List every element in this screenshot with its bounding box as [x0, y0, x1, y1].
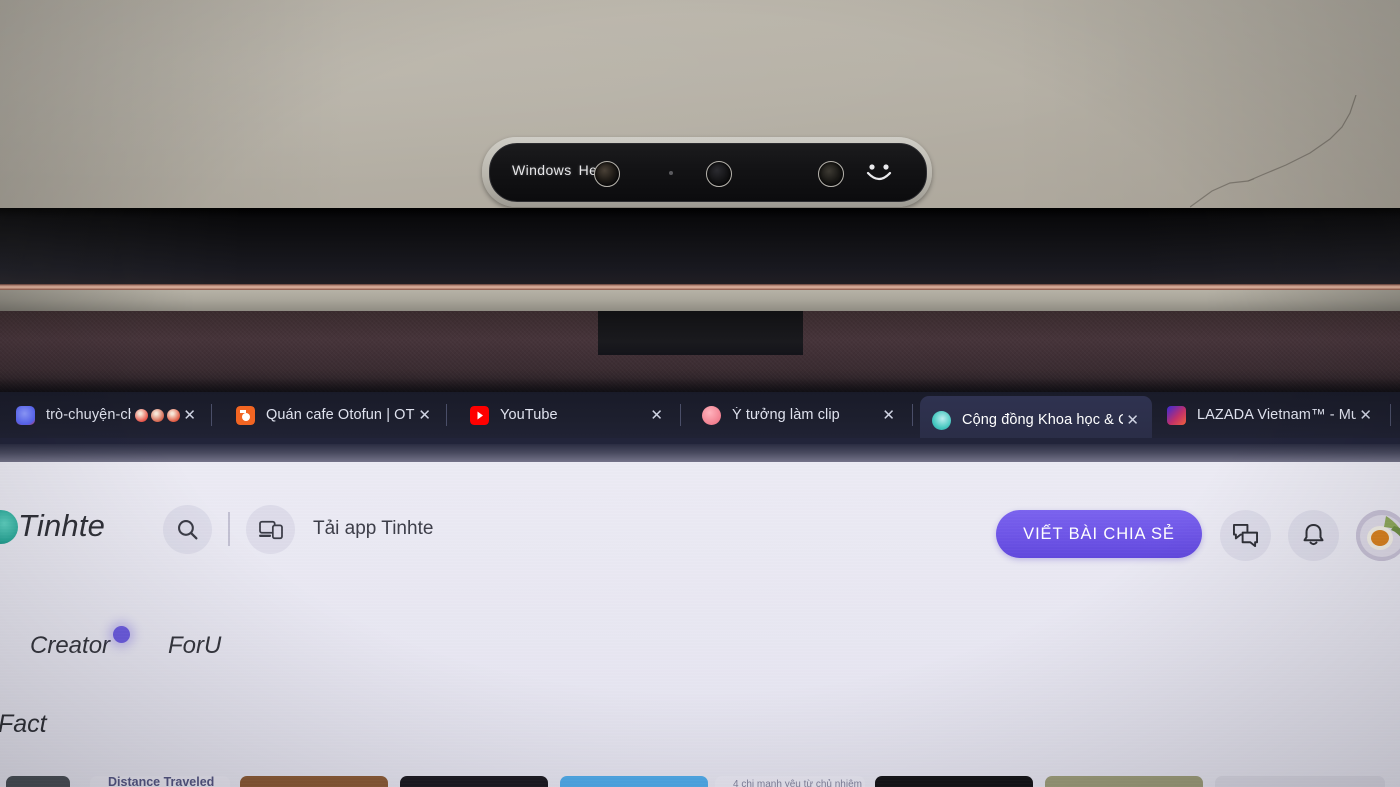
tab-emoji-group	[135, 408, 181, 422]
tab-title: LAZADA Vietnam™ - Mua	[1197, 407, 1357, 423]
browser-tab[interactable]: YouTube ✕	[458, 392, 676, 438]
tab-separator	[680, 404, 681, 426]
webpage-viewport	[0, 462, 1400, 787]
browser-tab-strip[interactable]: trò-chuyện-chung✕Quán cafe Otofun | OTOF…	[0, 392, 1400, 444]
content-card-label: 4 chi mạnh yêu từ chủ nhiệm	[733, 779, 862, 787]
download-app-button[interactable]	[246, 505, 295, 554]
tab-title: Cộng đồng Khoa học & C	[962, 412, 1124, 428]
tab-separator	[211, 404, 212, 426]
browser-tab[interactable]: LAZADA Vietnam™ - Mua ✕	[1155, 392, 1385, 438]
tinhte-icon	[932, 410, 951, 430]
chat-bubbles-icon	[1232, 523, 1258, 548]
nav-tab-creator[interactable]: Creator	[30, 632, 110, 660]
messages-button[interactable]	[1220, 510, 1271, 561]
tab-close-button[interactable]: ✕	[180, 407, 199, 423]
lazada-icon	[1167, 405, 1186, 425]
content-card[interactable]	[1215, 776, 1385, 787]
tab-separator	[1390, 404, 1391, 426]
header-divider	[228, 512, 230, 546]
nav-tab-foru[interactable]: ForU	[168, 632, 221, 660]
download-app-label[interactable]: Tải app Tinhte	[313, 518, 433, 540]
content-card[interactable]	[560, 776, 708, 787]
tab-close-button[interactable]: ✕	[879, 407, 898, 423]
tab-separator	[446, 404, 447, 426]
tab-emoji-icon	[135, 408, 149, 422]
tab-title: Ý tưởng làm clip	[732, 407, 840, 423]
browser-tab[interactable]: Ý tưởng làm clip ✕	[690, 392, 908, 438]
tab-title: YouTube	[500, 407, 558, 423]
windows-brand-text: Windows	[512, 162, 572, 178]
bell-icon	[1303, 523, 1324, 545]
brain-icon	[702, 405, 721, 425]
webcam-mount-clip	[598, 311, 803, 355]
section-title: Fact	[0, 710, 47, 738]
ir-camera-lens-icon	[594, 161, 620, 187]
search-button[interactable]	[163, 505, 212, 554]
face-smile-icon	[866, 164, 892, 181]
camera-lens-icon	[706, 161, 732, 187]
discord-icon	[16, 405, 35, 425]
content-card[interactable]	[1045, 776, 1203, 787]
creator-badge-dot	[113, 626, 130, 643]
devices-icon	[258, 520, 283, 539]
youtube-icon	[470, 405, 489, 425]
status-led-icon	[669, 171, 673, 175]
user-avatar[interactable]	[1356, 510, 1400, 561]
external-webcam-module: WindowsHello	[482, 137, 932, 207]
tab-close-button[interactable]: ✕	[1123, 412, 1142, 428]
tab-close-button[interactable]: ✕	[415, 407, 434, 423]
laptop-edge-band-shading	[0, 290, 1400, 312]
browser-tab[interactable]: Quán cafe Otofun | OTOFU✕	[224, 392, 444, 438]
browser-tab[interactable]: trò-chuyện-chung ✕	[4, 392, 209, 438]
notifications-button[interactable]	[1288, 510, 1339, 561]
tab-close-button[interactable]: ✕	[647, 407, 666, 423]
create-post-label: VIẾT BÀI CHIA SẺ	[1023, 524, 1175, 543]
screen-glare-band	[0, 444, 1400, 464]
create-post-button[interactable]: VIẾT BÀI CHIA SẺ	[996, 510, 1202, 558]
tab-emoji-icon	[167, 408, 181, 422]
tab-title: trò-chuyện-chung	[46, 407, 131, 423]
photo-of-laptop-screen: WindowsHello trò-chuyện-chung✕Quán cafe …	[0, 0, 1400, 787]
tab-close-button[interactable]: ✕	[1356, 407, 1375, 423]
content-card[interactable]	[875, 776, 1033, 787]
content-card[interactable]	[400, 776, 548, 787]
browser-tab[interactable]: Cộng đồng Khoa học & C ✕	[920, 396, 1152, 444]
tab-separator	[912, 404, 913, 426]
camera-lens-icon-2	[818, 161, 844, 187]
otofun-icon	[236, 405, 255, 425]
content-card[interactable]	[6, 776, 70, 787]
avatar-image	[1356, 510, 1400, 561]
tab-title: Quán cafe Otofun | OTOFU	[266, 407, 415, 423]
site-name[interactable]: Tinhte	[18, 508, 105, 544]
content-card[interactable]	[240, 776, 388, 787]
webcam-face: WindowsHello	[489, 143, 927, 202]
content-card-label: Distance Traveled	[108, 775, 215, 787]
search-icon	[178, 520, 198, 540]
tab-emoji-icon	[151, 408, 165, 422]
laptop-lid-gloss	[0, 208, 1400, 286]
